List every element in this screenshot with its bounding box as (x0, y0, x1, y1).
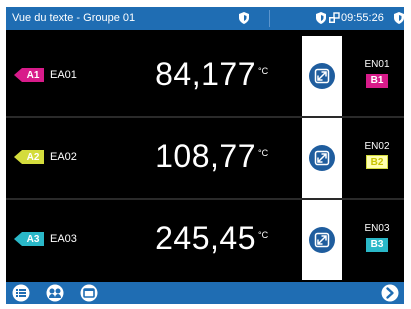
channel-tag-label: A1 (22, 68, 44, 82)
channel-row: A2 EA02 108,77 °C EN02 B2 (6, 118, 404, 198)
channel-unit: °C (258, 148, 269, 158)
shield-icon (239, 12, 249, 24)
channel-tag: A2 (14, 150, 44, 164)
channel-name: EA02 (50, 151, 77, 163)
bottom-toolbar (6, 282, 404, 304)
channels-icon[interactable] (46, 284, 64, 302)
window-icon[interactable] (80, 284, 98, 302)
usb-icon (329, 12, 340, 23)
output-indicator: EN03 B3 (354, 223, 400, 252)
display-screen: Vue du texte - Groupe 01 09:55:26 A1 EA0… (6, 7, 404, 304)
expand-button[interactable] (302, 200, 342, 280)
output-label: EN03 (364, 223, 390, 234)
output-indicator: EN02 B2 (354, 141, 400, 170)
expand-button[interactable] (302, 118, 342, 198)
view-title: Vue du texte - Groupe 01 (12, 12, 136, 24)
menu-list-icon[interactable] (12, 284, 30, 302)
shield-icon (316, 12, 326, 24)
channel-tag: A1 (14, 68, 44, 82)
expand-icon (309, 145, 335, 171)
channel-name: EA03 (50, 233, 77, 245)
output-indicator: EN01 B1 (354, 59, 400, 88)
channel-row: A1 EA01 84,177 °C EN01 B1 (6, 36, 404, 116)
expand-icon (309, 63, 335, 89)
channel-tag-label: A3 (22, 232, 44, 246)
channel-value: 245,45 (155, 220, 256, 256)
expand-icon (309, 227, 335, 253)
output-badge: B2 (366, 155, 388, 169)
output-badge: B1 (366, 74, 388, 88)
output-badge: B3 (366, 238, 388, 252)
title-bar: Vue du texte - Groupe 01 09:55:26 (6, 7, 404, 30)
channel-row: A3 EA03 245,45 °C EN03 B3 (6, 200, 404, 280)
channel-tag-label: A2 (22, 150, 44, 164)
expand-button[interactable] (302, 36, 342, 116)
channel-unit: °C (258, 230, 269, 240)
channel-name: EA01 (50, 69, 77, 81)
next-arrow-icon[interactable] (381, 284, 399, 302)
output-label: EN02 (364, 141, 390, 152)
channel-value: 108,77 (155, 138, 256, 174)
channel-value: 84,177 (155, 56, 256, 92)
channel-tag: A3 (14, 232, 44, 246)
output-label: EN01 (364, 59, 390, 70)
shield-icon (394, 12, 404, 24)
channel-unit: °C (258, 66, 269, 76)
clock: 09:55:26 (341, 12, 384, 24)
title-separator (269, 10, 270, 27)
